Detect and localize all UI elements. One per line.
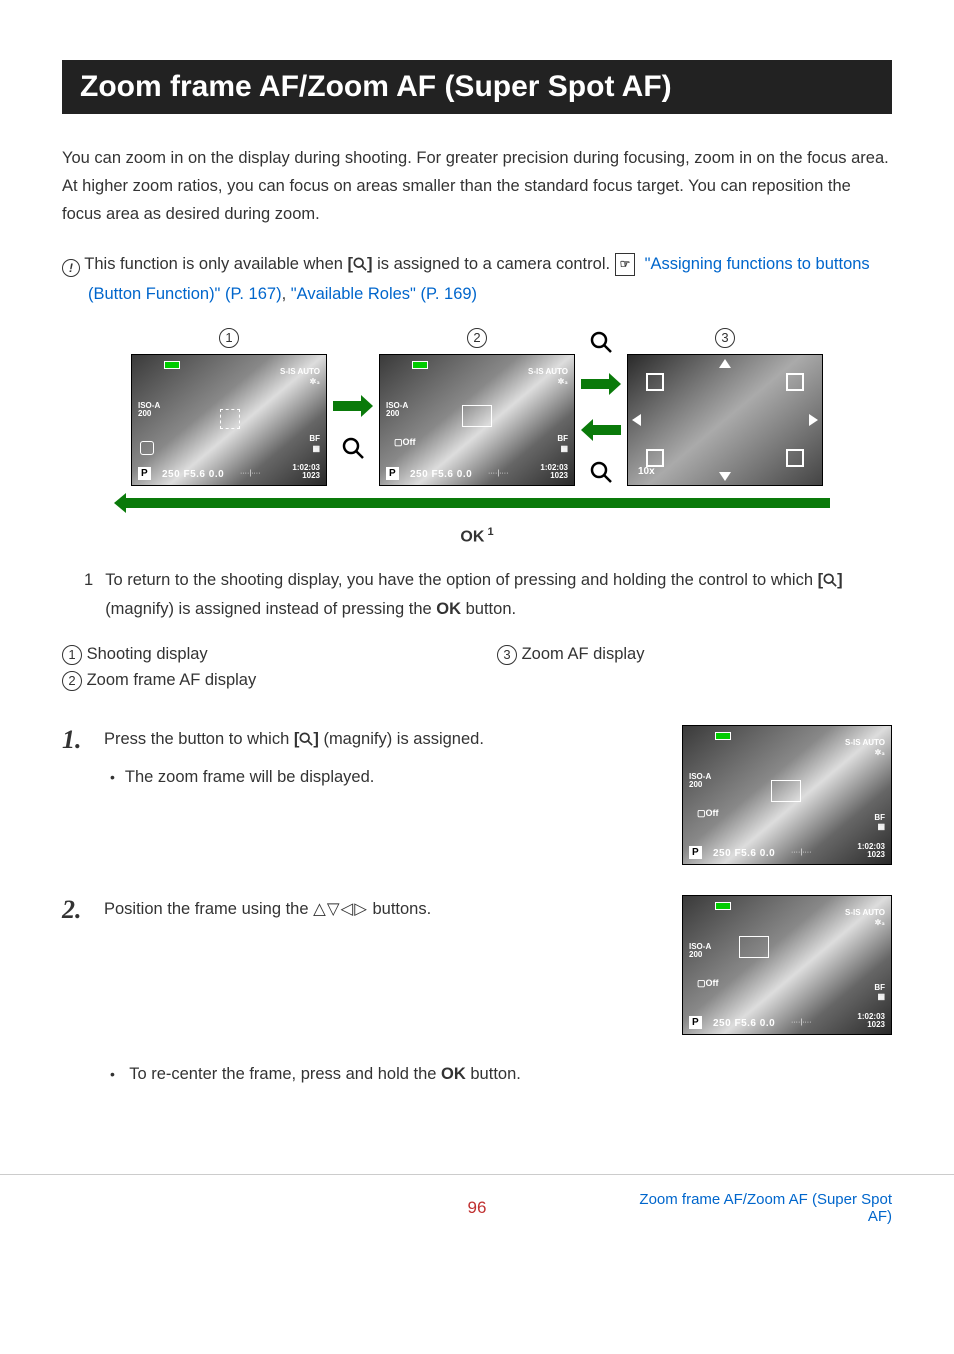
magnify-icon	[342, 437, 364, 459]
arrow-right-1	[333, 391, 373, 421]
footnote-c: button.	[461, 600, 516, 618]
magnify-icon	[590, 461, 612, 483]
arrow-right-2	[581, 369, 621, 399]
page-footer: 96 Zoom frame AF/Zoom AF (Super Spot AF)	[0, 1174, 954, 1255]
ok-label: OK 1	[62, 526, 892, 546]
dpad-icon: △▽◁▷	[313, 900, 368, 918]
note-prefix: This function is only available when	[84, 255, 347, 273]
link-available-roles[interactable]: "Available Roles" (P. 169)	[291, 285, 477, 303]
magnify-icon	[590, 331, 612, 353]
footnote-num: 1	[84, 567, 93, 623]
step-2-bullet: To re-center the frame, press and hold t…	[104, 1065, 892, 1084]
intro-paragraph: You can zoom in on the display during sh…	[62, 144, 892, 228]
step-1-num: 1.	[62, 725, 90, 753]
diagram-label-3: 3	[715, 328, 735, 348]
zoom-frame-display-shot: S-IS AUTO✲₃ ISO-A200 ▢Off BF▦ P 250 F5.6…	[379, 354, 575, 486]
callout-2: Zoom frame AF display	[87, 671, 257, 689]
magnify-icon	[299, 727, 313, 755]
zoom-diagram: 1 S-IS AUTO✲₃ ISO-A200 BF▦ P 250 F5.6 0.…	[62, 328, 892, 546]
magnify-icon	[823, 569, 837, 596]
return-arrow	[124, 498, 830, 508]
callout-3: Zoom AF display	[522, 645, 645, 663]
step-2-a: Position the frame using the	[104, 900, 313, 918]
magnify-icon	[353, 252, 367, 280]
note-sep: ,	[282, 285, 291, 303]
reference-icon: ☞	[615, 253, 636, 275]
diagram-footnote: 1 To return to the shooting display, you…	[84, 567, 892, 623]
step-1-screenshot: S-IS AUTO✲₃ ISO-A200 ▢Off BF▦ P 250 F5.6…	[682, 725, 892, 865]
footnote-ok: OK	[436, 600, 461, 618]
step-1-bullet: The zoom frame will be displayed.	[104, 763, 660, 791]
step-2: 2. Position the frame using the △▽◁▷ but…	[62, 895, 892, 1035]
footnote-a: To return to the shooting display, you h…	[105, 571, 817, 589]
step-1-b: (magnify) is assigned.	[319, 730, 484, 748]
step-2-b: buttons.	[368, 900, 431, 918]
breadcrumb[interactable]: Zoom frame AF/Zoom AF (Super Spot AF)	[615, 1191, 892, 1225]
diagram-label-2: 2	[467, 328, 487, 348]
zoom-af-display-shot: 10x	[627, 354, 823, 486]
step-1-a: Press the button to which	[104, 730, 294, 748]
note-mid: is assigned to a camera control.	[373, 255, 615, 273]
caution-note: ! This function is only available when […	[62, 250, 892, 308]
callout-legend: 1 Shooting display 2 Zoom frame AF displ…	[62, 645, 892, 697]
caution-icon: !	[62, 259, 80, 277]
step-2-num: 2.	[62, 895, 90, 923]
step-2-screenshot: S-IS AUTO✲₃ ISO-A200 ▢Off BF▦ P 250 F5.6…	[682, 895, 892, 1035]
diagram-label-1: 1	[219, 328, 239, 348]
arrow-left	[581, 415, 621, 445]
page-title: Zoom frame AF/Zoom AF (Super Spot AF)	[62, 60, 892, 114]
footnote-b: (magnify) is assigned instead of pressin…	[105, 600, 436, 618]
step-1: 1. Press the button to which [] (magnify…	[62, 725, 892, 865]
callout-1: Shooting display	[87, 645, 208, 663]
title-text: Zoom frame AF/Zoom AF (Super Spot AF)	[80, 70, 874, 104]
shooting-display-shot: S-IS AUTO✲₃ ISO-A200 BF▦ P 250 F5.6 0.0 …	[131, 354, 327, 486]
page-number: 96	[339, 1198, 616, 1218]
